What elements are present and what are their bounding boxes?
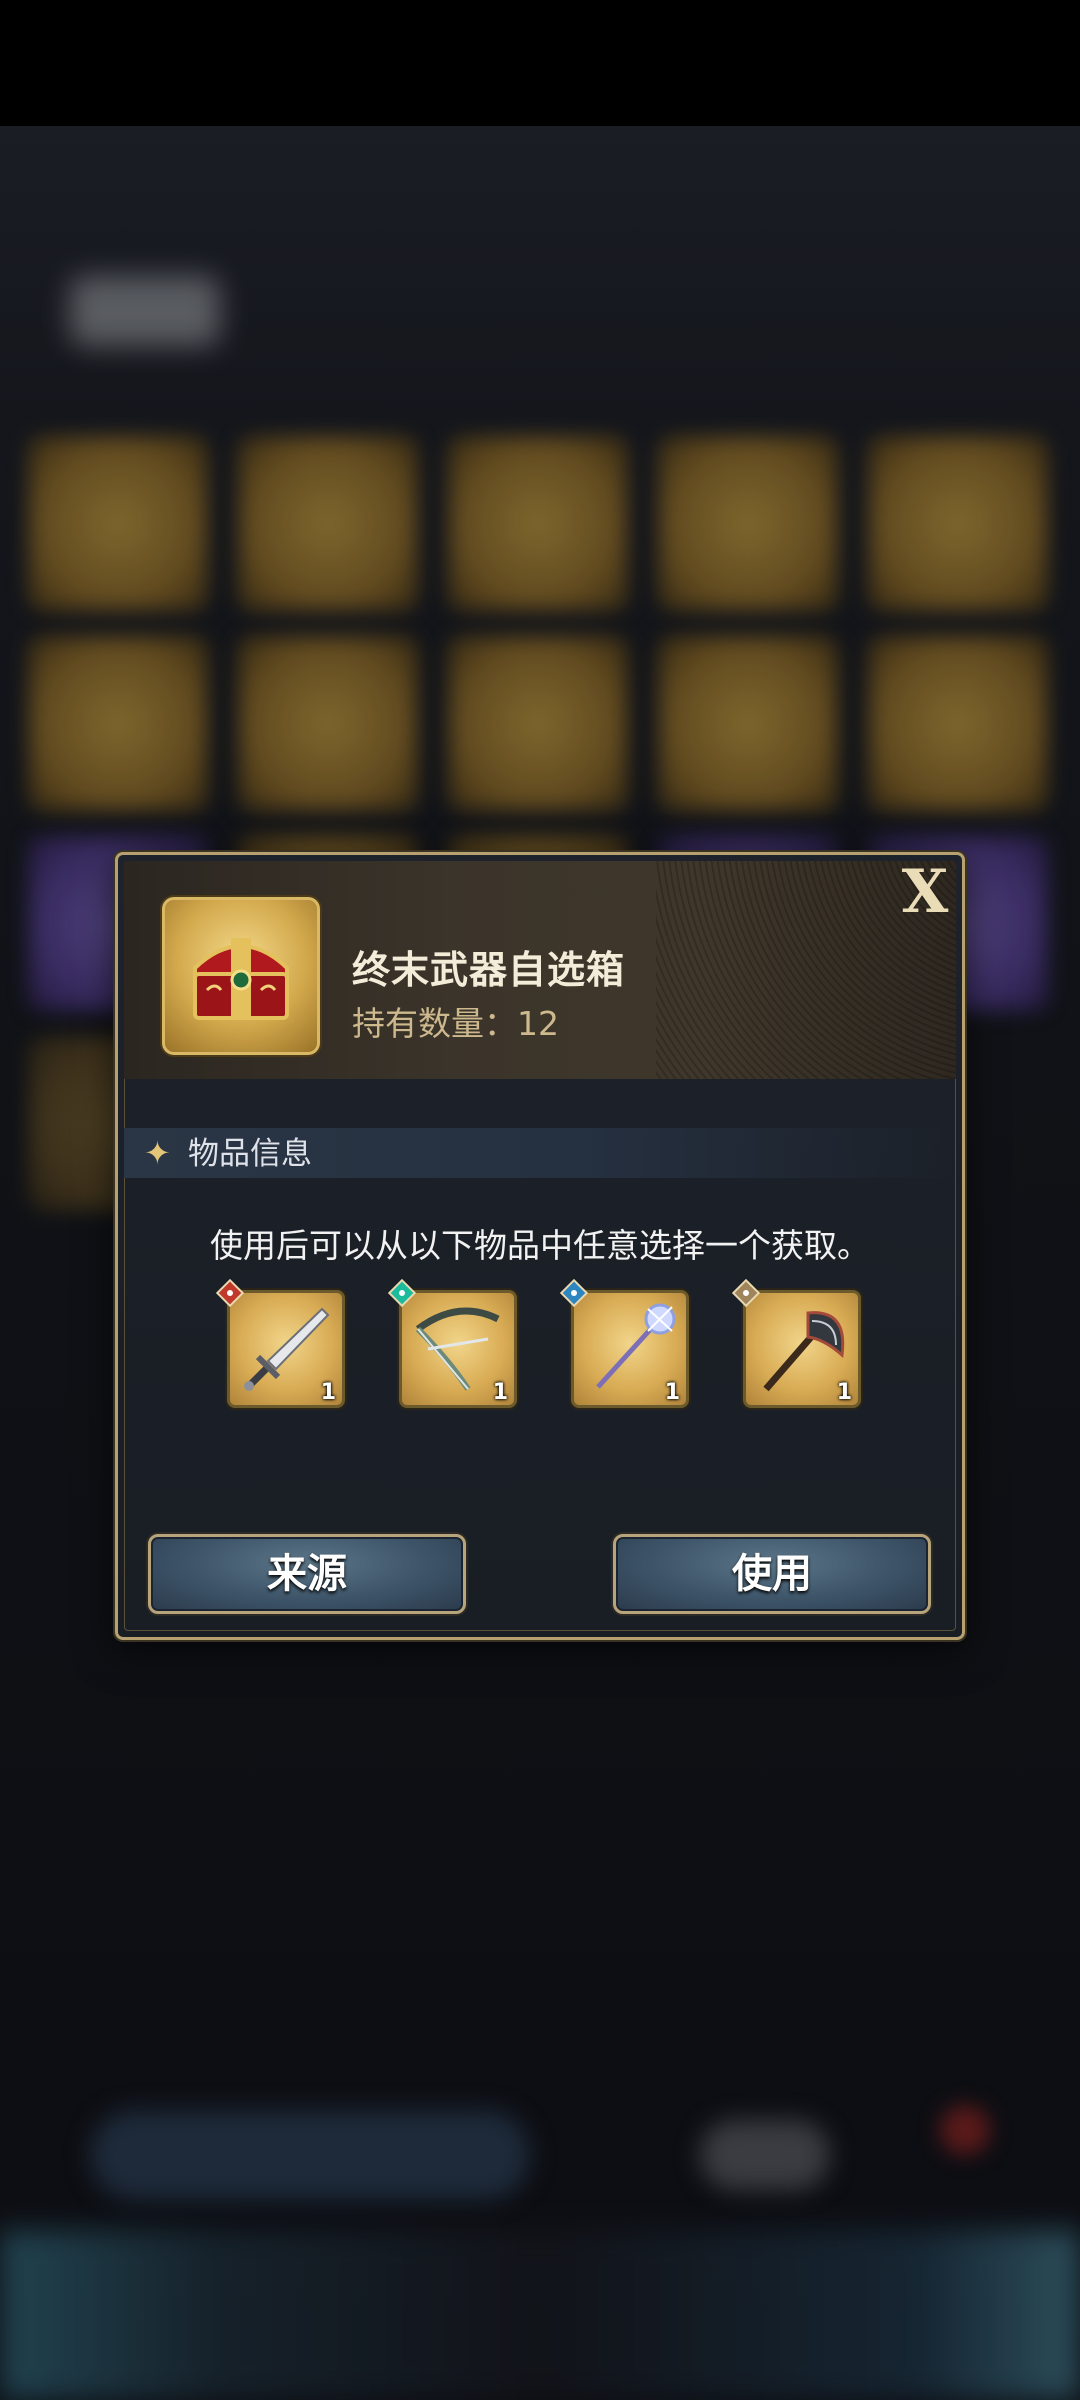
item-name: 终末武器自选箱 — [352, 948, 626, 992]
reward-option[interactable]: 1 — [560, 1279, 689, 1408]
reward-option[interactable]: 1 — [732, 1279, 861, 1408]
item-count-value: 12 — [517, 1004, 559, 1043]
reward-option[interactable]: 1 — [388, 1279, 517, 1408]
treasure-chest-icon — [193, 938, 289, 1020]
source-button[interactable]: 来源 — [148, 1534, 466, 1614]
item-info-dialog: 终末武器自选箱 持有数量：12 X ✦ 物品信息 使用后可以从以下物品中任意选择… — [115, 852, 965, 1640]
background-title — [70, 276, 220, 346]
dialog-header: 终末武器自选箱 持有数量：12 — [124, 861, 956, 1079]
item-description: 使用后可以从以下物品中任意选择一个获取。 — [210, 1226, 870, 1265]
reward-quantity: 1 — [320, 1380, 336, 1405]
section-header: ✦ 物品信息 — [124, 1128, 956, 1178]
reward-option[interactable]: 1 — [216, 1279, 345, 1408]
use-button[interactable]: 使用 — [613, 1534, 931, 1614]
item-count: 持有数量：12 — [352, 997, 559, 1045]
reward-options: 1 1 1 1 — [118, 1279, 962, 1420]
close-icon: X — [901, 857, 949, 927]
reward-quantity: 1 — [664, 1380, 680, 1405]
item-icon-frame — [162, 897, 320, 1055]
section-title: 物品信息 — [188, 1136, 312, 1172]
sparkle-icon: ✦ — [144, 1134, 171, 1172]
status-bar — [0, 0, 1080, 126]
close-button[interactable]: X — [892, 859, 958, 925]
reward-quantity: 1 — [492, 1380, 508, 1405]
item-count-label: 持有数量： — [352, 1004, 517, 1043]
reward-quantity: 1 — [836, 1380, 852, 1405]
